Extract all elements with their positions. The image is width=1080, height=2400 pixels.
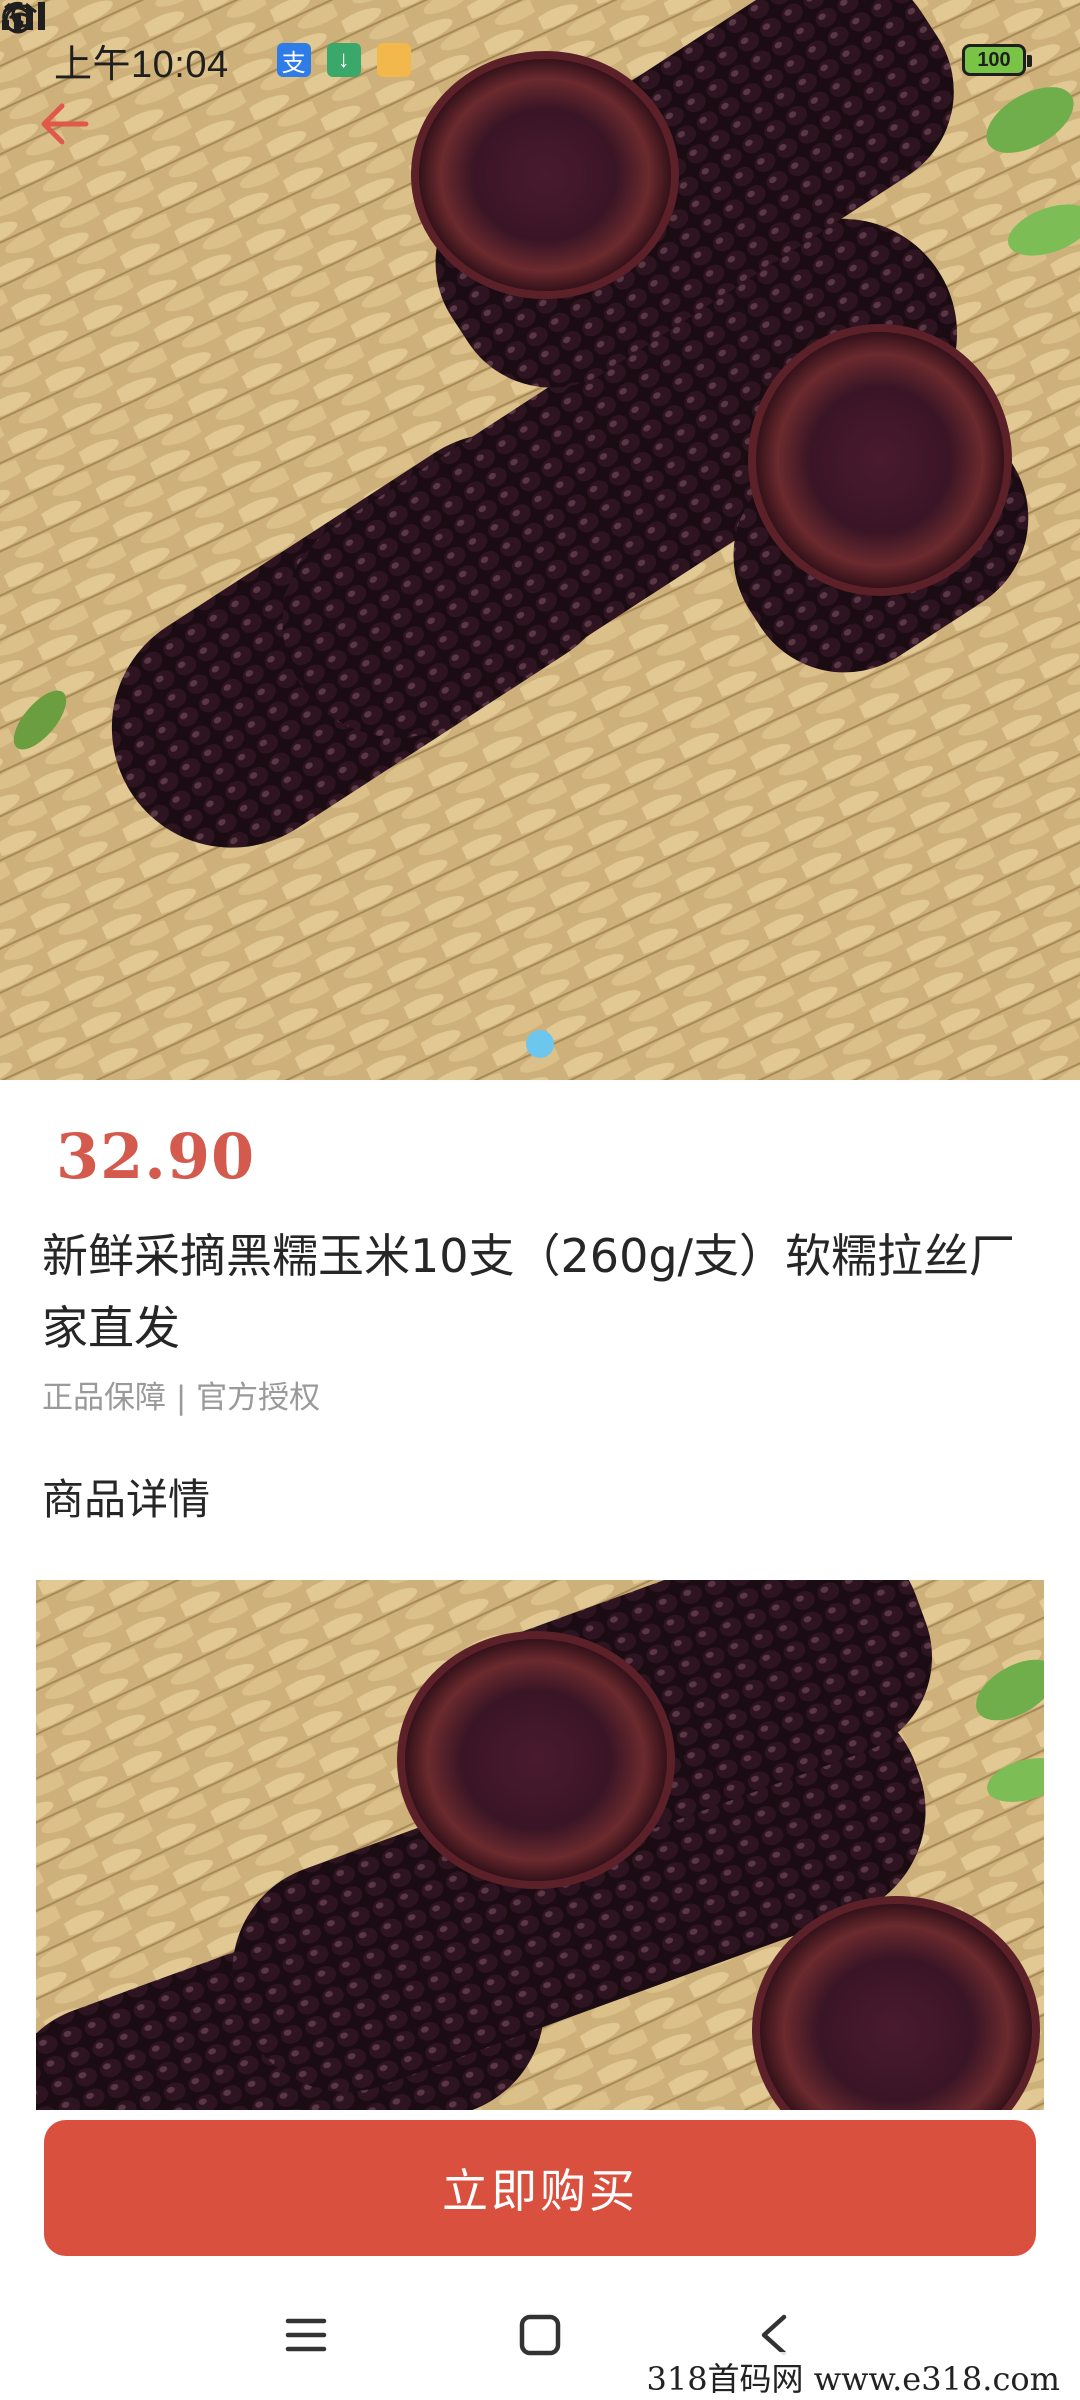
status-time: 上午10:04 [54, 43, 229, 86]
product-detail-image [36, 1580, 1044, 2110]
product-guarantee: 正品保障 | 官方授权 [42, 1380, 321, 1416]
details-heading: 商品详情 [42, 1475, 211, 1524]
chevron-left-icon [761, 2314, 787, 2356]
menu-icon [285, 2318, 327, 2352]
square-home-icon [519, 2314, 561, 2356]
product-price: 32.90 [56, 1120, 256, 1193]
download-icon: ↓ [326, 43, 361, 77]
folder-icon [376, 43, 411, 77]
buy-now-button[interactable]: 立即购买 [44, 2120, 1036, 2256]
battery-icon: 100 [962, 44, 1032, 76]
black-corn-photo [0, 0, 1080, 1080]
nav-menu-button[interactable] [266, 2300, 346, 2370]
site-watermark: 318首码网 www.e318.com [640, 2352, 1066, 2400]
status-bar: 上午10:04 支 ↓ 100 [0, 0, 1080, 120]
nav-home-button[interactable] [500, 2300, 580, 2370]
arrow-left-icon [41, 103, 89, 145]
alipay-icon: 支 [276, 43, 311, 77]
carousel-indicator-dot [526, 1030, 554, 1058]
product-title: 新鲜采摘黑糯玉米10支（260g/支）软糯拉丝厂家直发 [42, 1229, 1016, 1355]
back-button[interactable] [36, 100, 108, 172]
product-image-carousel[interactable]: 上午10:04 支 ↓ 100 [0, 0, 1080, 1080]
